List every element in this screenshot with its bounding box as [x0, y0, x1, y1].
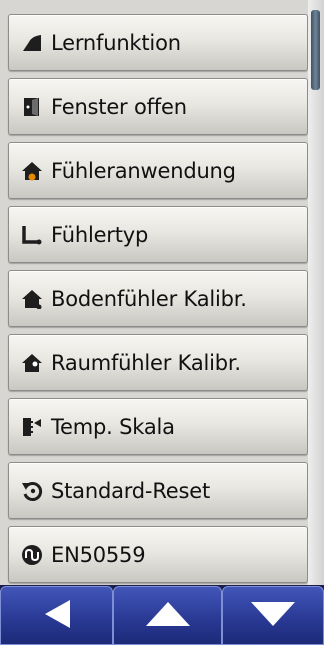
menu-item-fenster-offen[interactable]: Fenster offen [8, 78, 308, 135]
en50559-icon [21, 544, 43, 566]
floor-sensor-calibration-icon [21, 288, 43, 310]
menu-item-lernfunktion[interactable]: Lernfunktion [8, 14, 308, 71]
menu-item-raumfuehler-kalibr[interactable]: Raumfühler Kalibr. [8, 334, 308, 391]
menu-item-label: Raumfühler Kalibr. [51, 350, 241, 375]
menu-item-label: EN50559 [51, 542, 146, 567]
menu-item-bodenfuehler-kalibr[interactable]: Bodenfühler Kalibr. [8, 270, 308, 327]
menu-item-label: Bodenfühler Kalibr. [51, 286, 247, 311]
menu-item-en50559[interactable]: EN50559 [8, 526, 308, 583]
menu-item-temp-skala[interactable]: Temp. Skala [8, 398, 308, 455]
menu-item-label: Lernfunktion [51, 30, 181, 55]
arrow-down-icon [248, 600, 298, 632]
scroll-down-button[interactable] [222, 586, 324, 645]
back-icon [42, 598, 72, 634]
sensor-application-icon [21, 160, 43, 182]
menu-item-label: Fenster offen [51, 94, 187, 119]
learn-function-icon [21, 32, 43, 54]
menu-item-label: Fühlertyp [51, 222, 149, 247]
menu-item-label: Fühleranwendung [51, 158, 236, 183]
temperature-scale-icon [21, 416, 43, 438]
room-sensor-calibration-icon [21, 352, 43, 374]
open-window-icon [21, 96, 43, 118]
menu-item-standard-reset[interactable]: Standard-Reset [8, 462, 308, 519]
sensor-type-icon [21, 224, 43, 246]
menu-item-fuehleranwendung[interactable]: Fühleranwendung [8, 142, 308, 199]
arrow-up-icon [143, 600, 193, 632]
reset-icon [21, 480, 43, 502]
scrollbar-thumb[interactable] [311, 10, 320, 90]
back-button[interactable] [0, 586, 113, 645]
menu-item-fuehlertyp[interactable]: Fühlertyp [8, 206, 308, 263]
menu-item-label: Standard-Reset [51, 478, 210, 503]
menu-item-label: Temp. Skala [51, 414, 175, 439]
settings-menu-list: Lernfunktion Fenster offen Fühleranwendu… [0, 0, 308, 585]
scroll-up-button[interactable] [113, 586, 222, 645]
